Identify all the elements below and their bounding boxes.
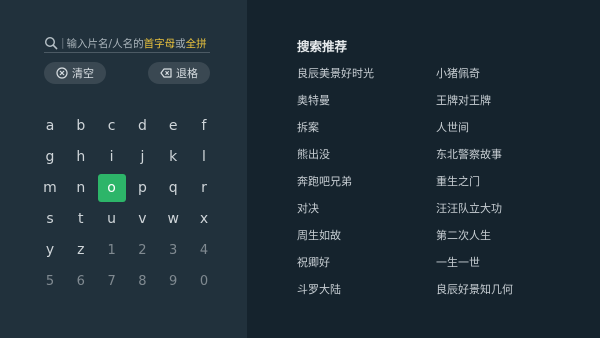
recommendation-item[interactable]: 汪汪队立大功 bbox=[436, 200, 502, 216]
backspace-icon bbox=[160, 68, 172, 78]
recommendation-item[interactable]: 熊出没 bbox=[297, 146, 330, 162]
recommendation-item[interactable]: 对决 bbox=[297, 200, 319, 216]
key-p[interactable]: p bbox=[128, 174, 156, 202]
key-c[interactable]: c bbox=[98, 112, 126, 140]
recommendation-item[interactable]: 斗罗大陆 bbox=[297, 281, 341, 297]
key-8[interactable]: 8 bbox=[128, 267, 156, 295]
recommendation-item[interactable]: 一生一世 bbox=[436, 254, 480, 270]
key-l[interactable]: l bbox=[190, 143, 218, 171]
key-4[interactable]: 4 bbox=[190, 236, 218, 264]
recommendation-item[interactable]: 奥特曼 bbox=[297, 92, 330, 108]
recommendation-item[interactable]: 良辰美景好时光 bbox=[297, 65, 374, 81]
recommendation-item[interactable]: 小猪佩奇 bbox=[436, 65, 480, 81]
key-e[interactable]: e bbox=[159, 112, 187, 140]
key-i[interactable]: i bbox=[98, 143, 126, 171]
recommendation-item[interactable]: 拆案 bbox=[297, 119, 319, 135]
key-r[interactable]: r bbox=[190, 174, 218, 202]
search-divider: | bbox=[61, 37, 65, 49]
key-q[interactable]: q bbox=[159, 174, 187, 202]
key-j[interactable]: j bbox=[128, 143, 156, 171]
key-2[interactable]: 2 bbox=[128, 236, 156, 264]
key-h[interactable]: h bbox=[67, 143, 95, 171]
key-k[interactable]: k bbox=[159, 143, 187, 171]
key-z[interactable]: z bbox=[67, 236, 95, 264]
key-x[interactable]: x bbox=[190, 205, 218, 233]
backspace-button[interactable]: 退格 bbox=[148, 62, 210, 84]
recommendation-item[interactable]: 第二次人生 bbox=[436, 227, 491, 243]
key-1[interactable]: 1 bbox=[98, 236, 126, 264]
search-placeholder-prefix: 输入片名/人名的 bbox=[66, 37, 144, 50]
recommendation-item[interactable]: 周生如故 bbox=[297, 227, 341, 243]
key-n[interactable]: n bbox=[67, 174, 95, 202]
backspace-button-label: 退格 bbox=[176, 67, 198, 80]
recommendation-title: 搜索推荐 bbox=[297, 39, 348, 54]
key-5[interactable]: 5 bbox=[36, 267, 64, 295]
clear-button-label: 清空 bbox=[72, 67, 94, 80]
key-b[interactable]: b bbox=[67, 112, 95, 140]
recommendation-item[interactable]: 重生之门 bbox=[436, 173, 480, 189]
key-g[interactable]: g bbox=[36, 143, 64, 171]
key-o[interactable]: o bbox=[97, 174, 126, 202]
key-7[interactable]: 7 bbox=[98, 267, 126, 295]
key-v[interactable]: v bbox=[128, 205, 156, 233]
key-0[interactable]: 0 bbox=[190, 267, 218, 295]
search-placeholder-pinyin: 全拼 bbox=[185, 37, 207, 50]
recommendation-item[interactable]: 人世间 bbox=[436, 119, 469, 135]
recommendation-item[interactable]: 祝卿好 bbox=[297, 254, 330, 270]
key-a[interactable]: a bbox=[36, 112, 64, 140]
key-w[interactable]: w bbox=[159, 205, 187, 233]
key-f[interactable]: f bbox=[190, 112, 218, 140]
recommendation-item[interactable]: 东北警察故事 bbox=[436, 146, 502, 162]
search-input[interactable]: | 输入片名/人名的 首字母 或 全拼 bbox=[44, 34, 210, 53]
key-m[interactable]: m bbox=[36, 174, 64, 202]
key-u[interactable]: u bbox=[98, 205, 126, 233]
key-d[interactable]: d bbox=[128, 112, 156, 140]
key-s[interactable]: s bbox=[36, 205, 64, 233]
search-icon bbox=[44, 36, 58, 50]
search-placeholder-initials: 首字母 bbox=[143, 37, 176, 50]
key-6[interactable]: 6 bbox=[67, 267, 95, 295]
recommendation-item[interactable]: 良辰好景知几何 bbox=[436, 281, 513, 297]
key-y[interactable]: y bbox=[36, 236, 64, 264]
key-t[interactable]: t bbox=[67, 205, 95, 233]
search-placeholder-or: 或 bbox=[175, 37, 186, 50]
key-3[interactable]: 3 bbox=[159, 236, 187, 264]
recommendation-item[interactable]: 王牌对王牌 bbox=[436, 92, 491, 108]
recommendation-item[interactable]: 奔跑吧兄弟 bbox=[297, 173, 352, 189]
clear-button[interactable]: 清空 bbox=[44, 62, 106, 84]
key-9[interactable]: 9 bbox=[159, 267, 187, 295]
clear-x-circle-icon bbox=[56, 67, 68, 79]
